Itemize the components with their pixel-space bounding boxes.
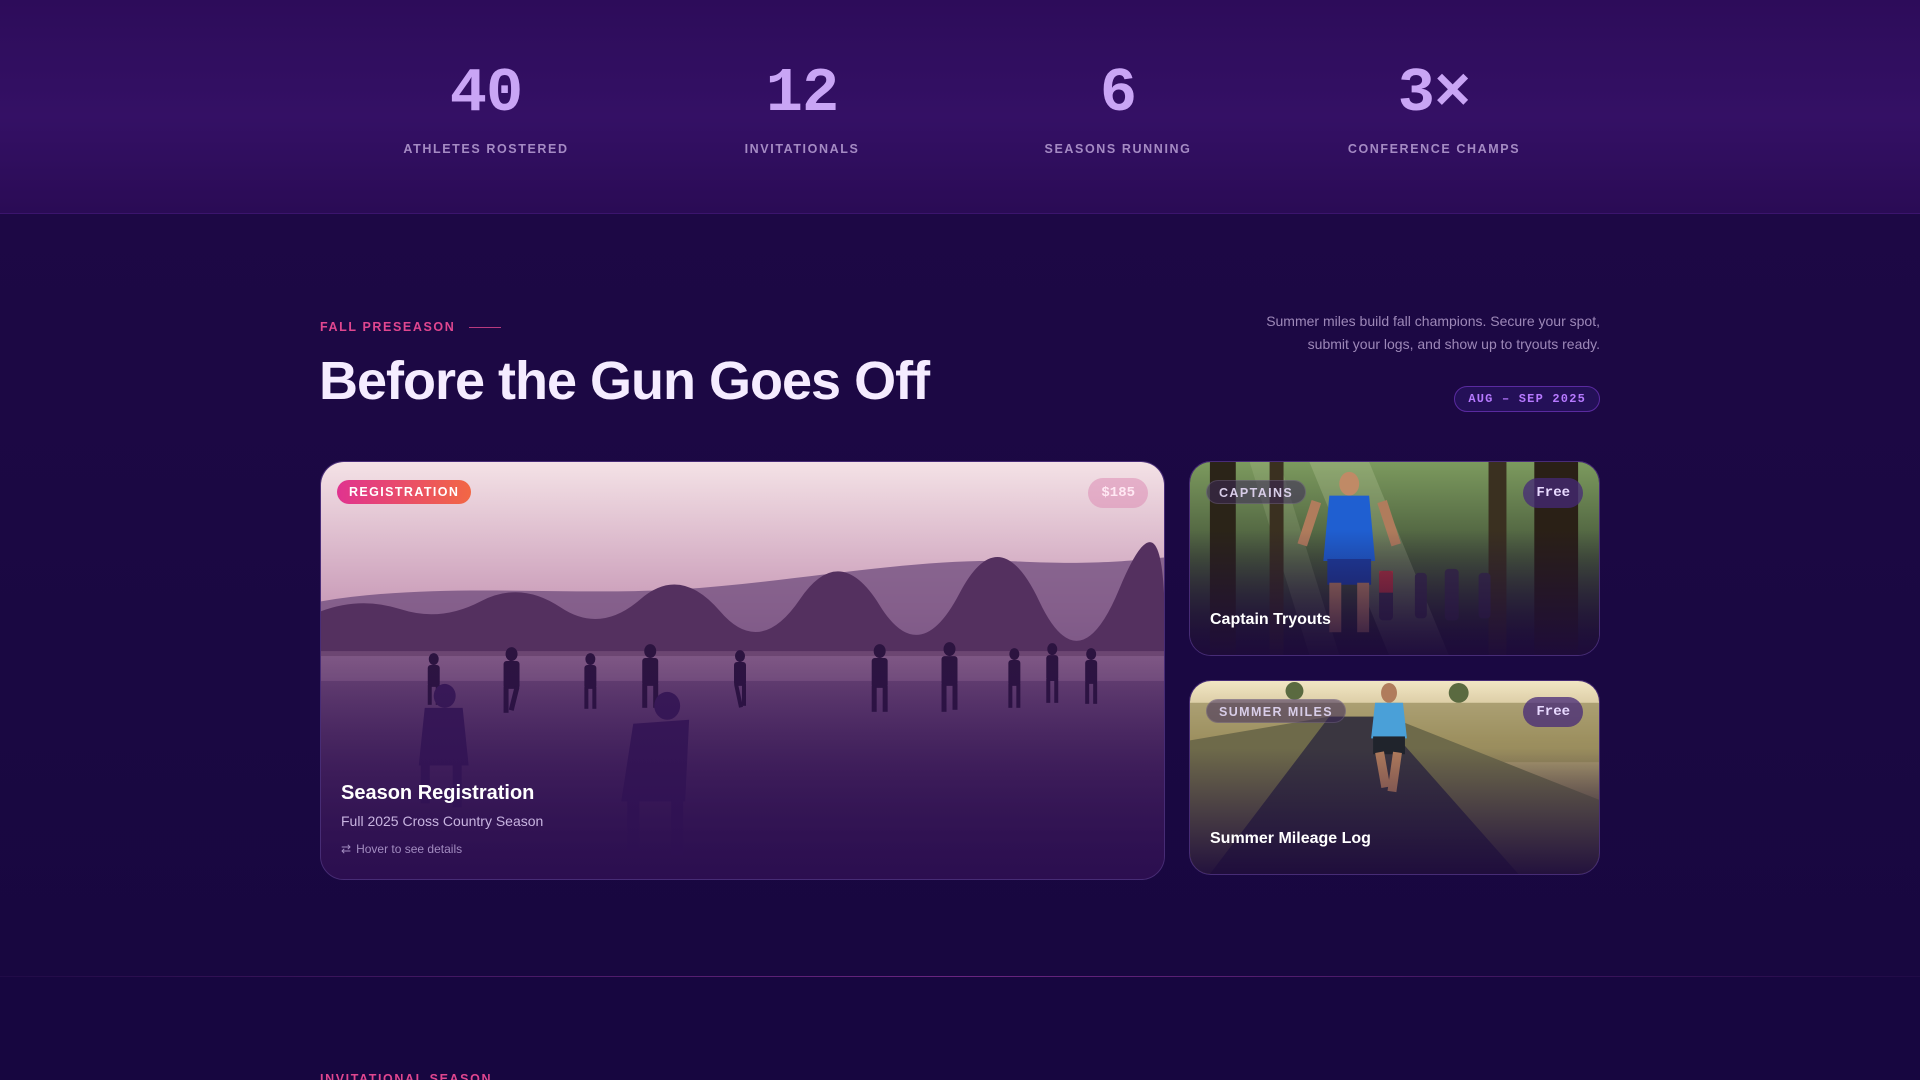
hover-hint: ⇄ Hover to see details [341,842,462,856]
stat-value: 40 [449,58,523,129]
stat-label: INVITATIONALS [744,142,860,156]
stat-label: CONFERENCE CHAMPS [1347,142,1521,156]
stats-band: 40 ATHLETES ROSTERED 12 INVITATIONALS 6 … [0,0,1920,214]
stat-value: 12 [765,58,839,129]
stat-label: ATHLETES ROSTERED [403,142,569,156]
card-title: Captain Tryouts [1210,611,1331,628]
registration-badge: REGISTRATION [337,480,472,504]
section-eyebrow: FALL PRESEASON [320,320,502,334]
eyebrow-rule [469,326,502,328]
section-title: Before the Gun Goes Off [319,351,930,411]
card-title: Season Registration [341,782,535,804]
section-eyebrow: INVITATIONAL SEASON [320,1072,493,1080]
hover-hint-label: Hover to see details [356,842,463,856]
registration-card[interactable]: REGISTRATION $185 Season Registration Fu… [320,461,1165,880]
section-intro: Summer miles build fall champions. Secur… [1266,313,1600,352]
captain-tryouts-card[interactable]: CAPTAINS Free Captain Tryouts [1189,461,1600,656]
price-badge: Free [1523,478,1583,508]
summer-mileage-card[interactable]: SUMMER MILES Free Summer Mileage Log [1189,680,1600,875]
card-subtitle: Full 2025 Cross Country Season [341,813,544,829]
stat-value: 3× [1397,58,1471,129]
invitational-section: INVITATIONAL SEASON [0,977,1920,1080]
stat-label: SEASONS RUNNING [1044,142,1192,156]
swap-arrows-icon: ⇄ [341,842,352,856]
price-badge: Free [1523,697,1583,727]
card-title: Summer Mileage Log [1210,830,1371,847]
stat-athletes: 40 ATHLETES ROSTERED [346,58,626,156]
stat-seasons: 6 SEASONS RUNNING [978,58,1258,156]
price-badge: $185 [1088,478,1148,508]
stat-champs: 3× CONFERENCE CHAMPS [1294,58,1574,156]
summer-miles-badge: SUMMER MILES [1206,699,1347,723]
date-range-badge: AUG – SEP 2025 [1454,386,1600,412]
stat-invitationals: 12 INVITATIONALS [662,58,942,156]
stat-value: 6 [1099,58,1137,129]
captains-badge: CAPTAINS [1206,480,1307,504]
eyebrow-label: FALL PRESEASON [320,320,456,334]
